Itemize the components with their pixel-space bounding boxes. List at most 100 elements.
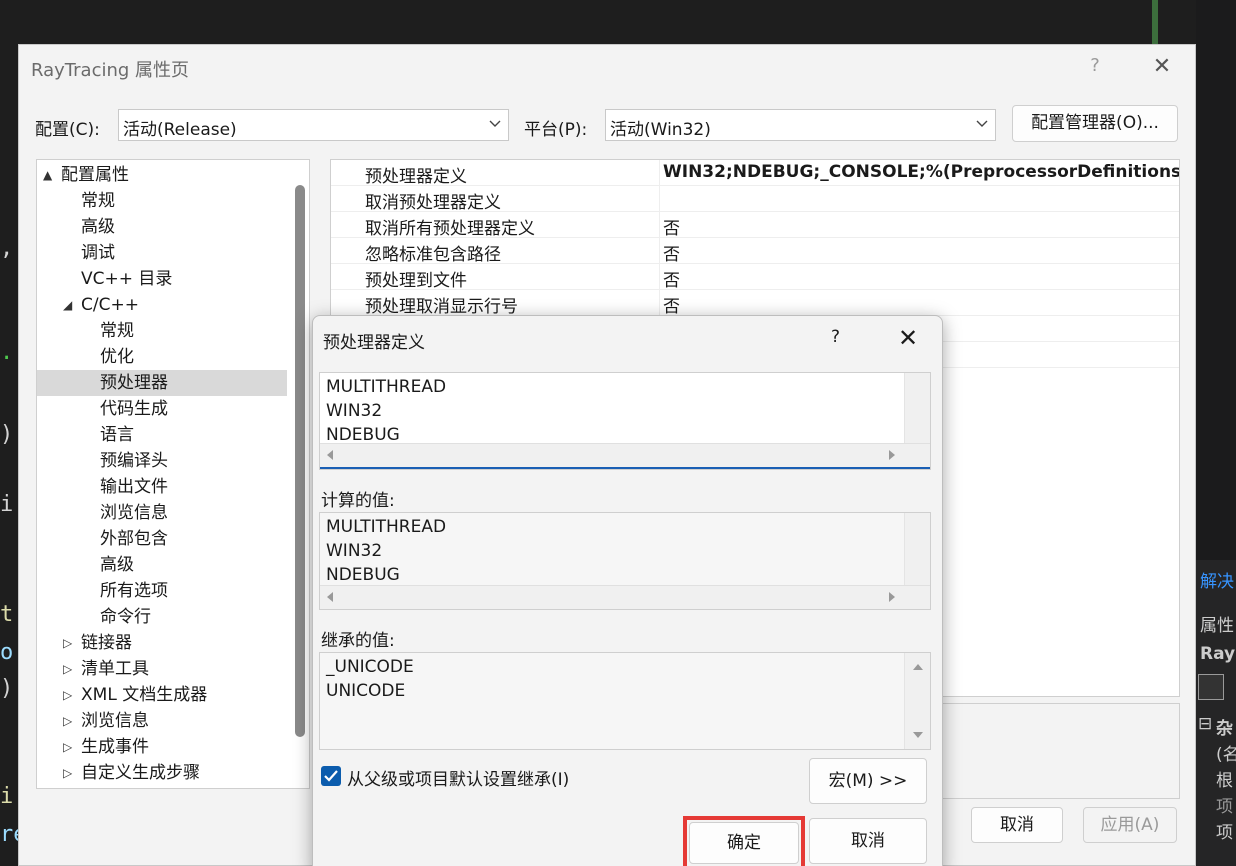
- checkmark-icon: [324, 770, 338, 782]
- computed-values-label: 计算的值:: [321, 491, 395, 511]
- close-icon[interactable]: ✕: [1147, 53, 1177, 81]
- tree-item-advanced[interactable]: 高级: [81, 214, 115, 240]
- computed-line: MULTITHREAD: [326, 517, 447, 537]
- tree-item-general[interactable]: 常规: [81, 188, 115, 214]
- tree-item-vc-directories[interactable]: VC++ 目录: [81, 266, 172, 292]
- inherit-checkbox-label[interactable]: 从父级或项目默认设置继承(I): [347, 765, 569, 790]
- tree-item-browse-info[interactable]: 浏览信息: [100, 500, 168, 526]
- configuration-manager-button[interactable]: 配置管理器(O)...: [1012, 105, 1178, 142]
- expand-arrow-icon[interactable]: ▷: [63, 656, 72, 682]
- collapse-icon[interactable]: ⊟: [1198, 714, 1212, 734]
- help-button[interactable]: ?: [831, 327, 840, 347]
- code-fragment: ): [0, 676, 14, 701]
- expand-arrow-icon[interactable]: ▷: [63, 734, 72, 760]
- definitions-edit-box[interactable]: MULTITHREAD WIN32 NDEBUG: [319, 372, 931, 470]
- code-fragment: o: [0, 640, 14, 665]
- collapse-arrow-icon[interactable]: ▲: [43, 162, 52, 188]
- property-row[interactable]: 忽略标准包含路径 否: [331, 238, 1179, 265]
- code-fragment: t: [0, 602, 14, 627]
- scroll-up-icon[interactable]: [913, 663, 923, 671]
- code-fragment: ,: [0, 236, 14, 261]
- property-name: 取消所有预处理器定义: [365, 219, 535, 239]
- scroll-right-icon[interactable]: [888, 592, 896, 602]
- tree-item-xml-doc-generator[interactable]: ▷ XML 文档生成器: [61, 682, 291, 708]
- property-name: 项: [1216, 797, 1233, 817]
- property-value[interactable]: 否: [663, 266, 680, 291]
- config-label: 配置(C):: [35, 120, 100, 140]
- solution-explorer-tab[interactable]: 解决: [1200, 567, 1234, 592]
- computed-line: WIN32: [326, 541, 383, 561]
- property-row[interactable]: 预处理器定义 WIN32;NDEBUG;_CONSOLE;%(Preproces…: [331, 160, 1179, 187]
- tree-item-output-files[interactable]: 输出文件: [100, 474, 168, 500]
- property-name: 根: [1216, 771, 1233, 791]
- property-value[interactable]: 否: [663, 292, 680, 317]
- tree-item-build-events[interactable]: ▷ 生成事件: [61, 734, 291, 760]
- property-value[interactable]: 否: [663, 214, 680, 239]
- property-row[interactable]: 预处理到文件 否: [331, 264, 1179, 291]
- collapse-arrow-icon[interactable]: ◢: [63, 292, 72, 318]
- title-bar: RayTracing 属性页 ? ✕: [19, 45, 1195, 89]
- property-value[interactable]: 否: [663, 240, 680, 265]
- dialog-title: 预处理器定义: [323, 333, 425, 353]
- computed-values-box: MULTITHREAD WIN32 NDEBUG: [319, 512, 931, 610]
- tree-item-external-includes[interactable]: 外部包含: [100, 526, 168, 552]
- help-button[interactable]: ?: [1085, 55, 1105, 76]
- tree-item-optimization[interactable]: 优化: [100, 344, 134, 370]
- macros-button[interactable]: 宏(M) >>: [809, 758, 927, 804]
- tree-scrollbar[interactable]: [295, 185, 305, 737]
- horizontal-scrollbar[interactable]: [320, 585, 930, 609]
- apply-button[interactable]: 应用(A): [1083, 807, 1177, 843]
- property-value[interactable]: WIN32;NDEBUG;_CONSOLE;%(PreprocessorDefi…: [663, 162, 1179, 182]
- config-select[interactable]: 活动(Release): [118, 109, 509, 141]
- scroll-down-icon[interactable]: [913, 731, 923, 739]
- property-row[interactable]: 取消预处理器定义: [331, 186, 1179, 213]
- scroll-marker: [1152, 0, 1158, 44]
- tree-item-manifest-tool[interactable]: ▷ 清单工具: [61, 656, 291, 682]
- platform-select[interactable]: 活动(Win32): [605, 109, 996, 141]
- categorized-icon[interactable]: [1198, 674, 1224, 700]
- inherit-checkbox[interactable]: [321, 766, 341, 786]
- property-row[interactable]: 取消所有预处理器定义 否: [331, 212, 1179, 239]
- close-icon[interactable]: ✕: [893, 322, 923, 354]
- scroll-left-icon[interactable]: [326, 592, 334, 602]
- tree-item-preprocessor[interactable]: 预处理器: [37, 370, 287, 396]
- tree-item-code-generation[interactable]: 代码生成: [100, 396, 168, 422]
- inherited-values-box: _UNICODE UNICODE: [319, 652, 931, 750]
- property-name: 取消预处理器定义: [365, 193, 501, 213]
- horizontal-scrollbar[interactable]: [320, 443, 930, 467]
- tree-item-all-options[interactable]: 所有选项: [100, 578, 168, 604]
- tree-item-linker[interactable]: ▷ 链接器: [61, 630, 291, 656]
- property-name: 忽略标准包含路径: [365, 245, 501, 265]
- tree-item-language[interactable]: 语言: [100, 422, 134, 448]
- tree-item-custom-build-step[interactable]: ▷ 自定义生成步骤: [61, 760, 291, 786]
- dialog-title: RayTracing 属性页: [31, 60, 190, 81]
- tree-item-cpp-general[interactable]: 常规: [100, 318, 134, 344]
- tree-item-cpp-advanced[interactable]: 高级: [100, 552, 134, 578]
- property-row[interactable]: 预处理取消显示行号 否: [331, 290, 1179, 317]
- tree-item-browse-information[interactable]: ▷ 浏览信息: [61, 708, 291, 734]
- property-name: 预处理到文件: [365, 271, 467, 291]
- tree-item-cpp[interactable]: ◢ C/C++: [61, 292, 291, 318]
- definition-line: NDEBUG: [326, 425, 400, 445]
- property-name: (名: [1216, 745, 1236, 765]
- tree-item-command-line[interactable]: 命令行: [100, 604, 151, 630]
- vertical-scroll-area: [904, 513, 930, 585]
- preprocessor-definitions-dialog: 预处理器定义 ? ✕ MULTITHREAD WIN32 NDEBUG 计算的值…: [312, 315, 943, 866]
- expand-arrow-icon[interactable]: ▷: [63, 760, 72, 786]
- properties-panel-title: 属性: [1200, 616, 1234, 636]
- expand-arrow-icon[interactable]: ▷: [63, 682, 72, 708]
- cancel-button[interactable]: 取消: [971, 807, 1063, 843]
- property-tree: ▲ 配置属性 常规 高级 调试 VC++ 目录 ◢ C/C++ 常规 优化 预处…: [36, 159, 310, 789]
- expand-arrow-icon[interactable]: ▷: [63, 708, 72, 734]
- scroll-right-icon[interactable]: [888, 450, 896, 460]
- properties-project-name: Ray: [1200, 644, 1236, 664]
- tree-item-debugging[interactable]: 调试: [81, 240, 115, 266]
- tree-item-precompiled-headers[interactable]: 预编译头: [100, 448, 168, 474]
- cancel-button[interactable]: 取消: [809, 818, 927, 864]
- expand-arrow-icon[interactable]: ▷: [63, 630, 72, 656]
- scroll-left-icon[interactable]: [326, 450, 334, 460]
- vertical-scrollbar[interactable]: [904, 653, 930, 749]
- platform-select-value: 活动(Win32): [610, 120, 711, 140]
- tree-item-config-properties[interactable]: ▲ 配置属性: [41, 162, 291, 188]
- chevron-down-icon: [976, 120, 988, 127]
